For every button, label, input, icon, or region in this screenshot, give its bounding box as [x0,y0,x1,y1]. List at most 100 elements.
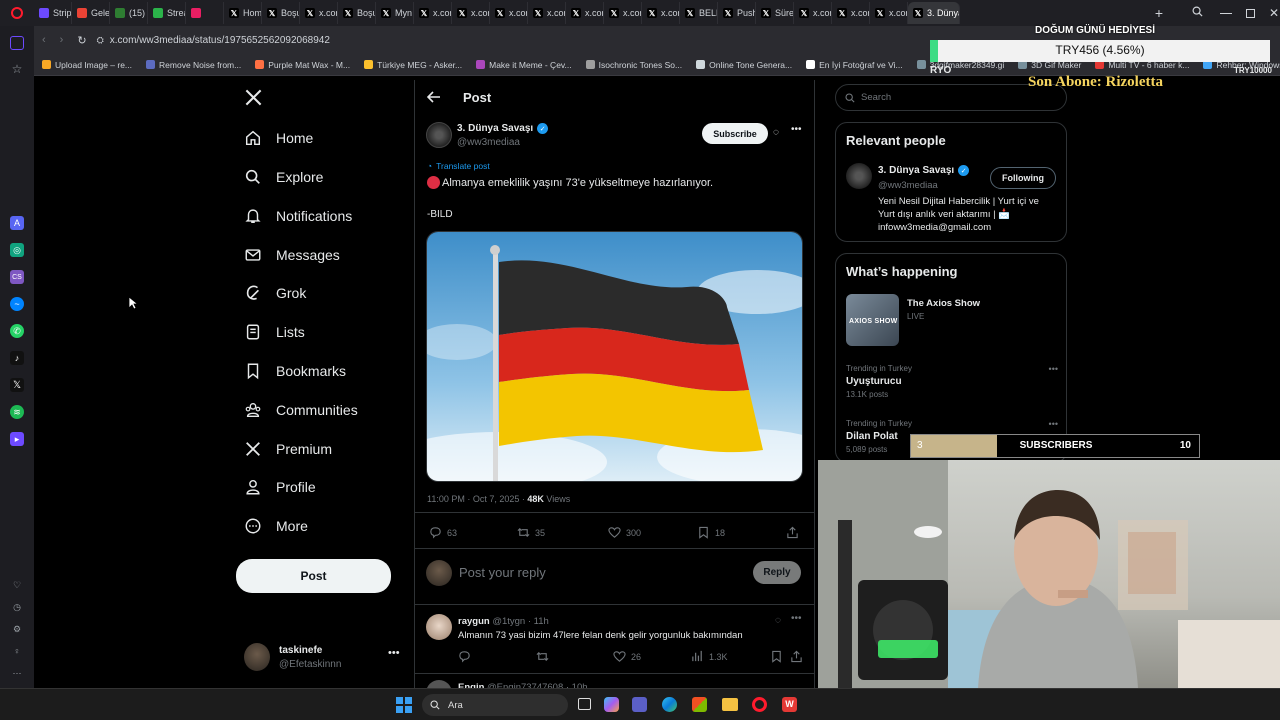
browser-tab[interactable]: 𝕏x.con [490,2,528,24]
back-arrow-icon[interactable]: ‹ [42,34,46,46]
browser-tab[interactable]: 𝕏 Boşu [338,2,376,24]
player-icon[interactable]: ▸ [10,432,24,446]
reply-share-action[interactable] [790,650,803,663]
bookmark-item[interactable]: Upload Image – re... [42,60,132,70]
following-button[interactable]: Following [990,167,1056,189]
post-button[interactable]: Post [236,559,391,593]
search-input[interactable]: Search [861,92,891,103]
grok-icon[interactable]: ◌ [775,615,781,626]
bookmark-action[interactable]: 18 [697,526,725,539]
forward-arrow-icon[interactable]: › [60,34,64,46]
more-options-icon[interactable]: ••• [1049,364,1058,374]
more-options-icon[interactable]: ••• [791,124,802,135]
minimize-button[interactable] [1220,12,1232,14]
task-view-icon[interactable] [578,698,591,710]
browser-tab[interactable]: 𝕏x.con [642,2,680,24]
account-switcher[interactable]: taskinefe @Efetaskinnn ••• [244,643,404,673]
history-icon[interactable]: ◷ [10,600,24,614]
browser-tab[interactable]: 𝕏 BELL [680,2,718,24]
browser-tab[interactable]: 𝕏 3. Dünya [908,2,960,24]
bookmark-item[interactable]: Purple Mat Wax - M... [255,60,350,70]
x-app-icon[interactable]: 𝕏 [10,378,24,392]
reply-button[interactable]: Reply [753,561,801,584]
nav-item-bookmarks[interactable]: Bookmarks [244,356,346,386]
person-avatar[interactable] [846,163,872,189]
cs-icon[interactable]: CS [10,270,24,284]
whatsapp-icon[interactable]: ✆ [10,324,24,338]
author-name-row[interactable]: 3. Dünya Savaşı ✓ [457,123,549,134]
share-action[interactable] [786,526,799,539]
nav-item-communities[interactable]: Communities [244,395,358,425]
heart-icon[interactable]: ♡ [10,578,24,592]
browser-tab[interactable]: 𝕏 Myn [376,2,414,24]
browser-tab[interactable]: 𝕏x.con [566,2,604,24]
close-window-button[interactable]: ✕ [1269,6,1279,20]
new-tab-button[interactable]: + [1150,5,1168,21]
browser-tab[interactable]: 𝕏x.con [794,2,832,24]
copilot-icon[interactable] [604,697,619,712]
like-action[interactable]: 300 [608,526,641,539]
x-logo-icon[interactable] [244,88,263,112]
bookmark-item[interactable]: En İyi Fotoğraf ve Vi... [806,60,903,70]
edge-icon[interactable] [662,697,677,712]
nav-item-notifications[interactable]: Notifications [244,201,352,231]
more-options-icon[interactable]: ••• [791,613,802,624]
browser-tab[interactable]: 𝕏 Push [718,2,756,24]
bookmark-item[interactable]: Remove Noise from... [146,60,241,70]
browser-tab[interactable]: 𝕏x.con [414,2,452,24]
browser-tab[interactable]: Strip [34,2,72,24]
browser-tab[interactable]: 𝕏 Süre [756,2,794,24]
browser-tab[interactable]: 𝕏 Hom [224,2,262,24]
browser-tab[interactable]: 𝕏x.con [832,2,870,24]
nav-item-grok[interactable]: Grok [244,278,306,308]
more-dots-icon[interactable]: ⋯ [10,666,24,680]
bookmark-item[interactable]: Make it Meme - Çev... [476,60,572,70]
url-field[interactable]: x.com/ww3mediaa/status/19756525620920689… [110,35,330,46]
lightbulb-icon[interactable]: ♀ [10,644,24,658]
reply-bookmark-action[interactable] [770,650,783,663]
reply-reply-action[interactable] [458,650,471,663]
browser-tab[interactable]: 𝕏x.con [300,2,338,24]
bookmark-item[interactable]: Online Tone Genera... [696,60,792,70]
reply-views-action[interactable]: 1.3K [691,650,728,663]
tab-search-icon[interactable] [1192,4,1206,22]
home-shortcut-icon[interactable] [10,36,24,50]
reply-action[interactable]: 63 [429,526,457,539]
browser-tab[interactable]: 𝕏x.con [528,2,566,24]
nav-item-more[interactable]: More [244,511,308,541]
settings-icon[interactable]: ⚙ [10,622,24,636]
subscribe-button[interactable]: Subscribe [702,123,768,144]
browser-tab[interactable]: Gele [72,2,110,24]
bookmark-item[interactable]: Isochronic Tones So... [585,60,682,70]
bookmark-item[interactable]: Türkiye MEG - Asker... [364,60,462,70]
browser-tab[interactable]: 𝕏x.con [452,2,490,24]
teams-icon[interactable] [632,697,647,712]
nav-item-messages[interactable]: Messages [244,240,340,270]
opera-taskbar-icon[interactable] [752,697,767,712]
more-options-icon[interactable]: ••• [1049,419,1058,429]
browser-tab[interactable] [186,2,224,24]
browser-tab[interactable]: (15) ( [110,2,148,24]
wps-icon[interactable]: W [782,697,797,712]
person-name-row[interactable]: 3. Dünya Savaşı ✓ [878,165,970,176]
start-windows-icon[interactable] [396,697,412,713]
chatgpt-icon[interactable]: ◎ [10,243,24,257]
site-info-icon[interactable]: ⛭ [97,35,104,46]
opera-logo-icon[interactable] [0,0,34,26]
repost-action[interactable]: 35 [517,526,545,539]
reply-author-avatar[interactable] [426,614,452,640]
trend-item[interactable]: Trending in Turkey Uyuşturucu 13.1K posts •… [846,364,1058,408]
translate-link[interactable]: ◔ Translate post [427,161,490,171]
back-arrow-icon[interactable] [426,90,441,109]
reply-author-name[interactable]: raygun [458,616,490,627]
star-icon[interactable]: ☆ [10,62,24,76]
taskbar-search[interactable]: Ara [422,694,568,716]
reply-repost-action[interactable] [536,650,549,663]
aria-icon[interactable]: A [10,216,24,230]
maximize-button[interactable] [1246,8,1255,18]
reload-icon[interactable]: ↻ [77,34,86,47]
post-image[interactable] [426,231,803,482]
reply-input[interactable]: Post your reply [459,565,546,580]
store-icon[interactable] [692,697,707,712]
grok-icon[interactable]: ◌ [773,127,779,138]
